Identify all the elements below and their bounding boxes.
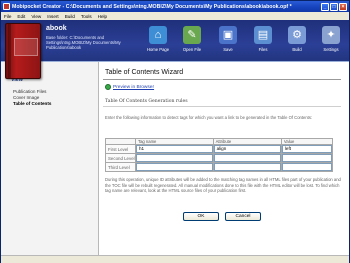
settings-label: Settings [323, 47, 339, 52]
window-title: Mobipocket Creator - C:\Documents and Se… [12, 3, 292, 10]
book-spine [8, 24, 11, 78]
instructions-text: Enter the following information to detec… [105, 115, 313, 120]
third-level-value-input[interactable] [281, 163, 332, 171]
menu-view[interactable]: View [31, 14, 41, 19]
first-level-value-input[interactable]: left [281, 145, 332, 153]
table-row: Third Level [105, 162, 334, 172]
save-button[interactable]: ▣ Save [213, 24, 243, 58]
menu-tools[interactable]: Tools [81, 14, 92, 19]
section-title: Table Of Contents Generation rules [105, 99, 188, 104]
third-level-tag-input[interactable] [136, 163, 213, 171]
home-page-button[interactable]: ⌂ Home Page [143, 24, 173, 58]
minimize-button[interactable]: _ [321, 2, 329, 11]
menu-help[interactable]: Help [98, 14, 107, 19]
menu-insert[interactable]: Insert [47, 14, 59, 19]
save-icon: ▣ [219, 26, 237, 44]
menu-bar: File Edit View Insert Build Tools Help [1, 12, 349, 20]
build-label: Build [292, 47, 302, 52]
open-file-button[interactable]: ✎ Open File [177, 24, 207, 58]
menu-build[interactable]: Build [65, 14, 75, 19]
toc-rules-table: Tag name Attribute Value First Level h1 … [105, 138, 334, 172]
third-level-attribute-input[interactable] [213, 163, 281, 171]
view-sidebar: View Publication Files Cover Image Table… [1, 62, 99, 263]
preview-link-label: Preview in Browser [113, 84, 155, 90]
files-button[interactable]: ▤ Files [248, 24, 278, 58]
toc-wizard-panel: Table of Contents Wizard Preview in Brow… [99, 62, 349, 263]
first-level-label: First Level [105, 144, 136, 154]
page-title: Table of Contents Wizard [105, 69, 184, 76]
settings-icon: ✦ [322, 26, 340, 44]
third-level-label: Third Level [105, 162, 136, 172]
open-file-label: Open File [182, 47, 202, 52]
table-row: First Level h1 align left [105, 144, 334, 154]
second-level-value-cell [280, 153, 334, 163]
first-level-tag-input[interactable]: h1 [136, 145, 213, 153]
menu-file[interactable]: File [4, 14, 11, 19]
files-icon: ▤ [254, 26, 272, 44]
mobipocket-app-icon [3, 3, 10, 10]
table-row: Second Level [105, 153, 334, 163]
home-page-label: Home Page [146, 47, 170, 52]
settings-button[interactable]: ✦ Settings [316, 24, 346, 58]
second-level-attribute-cell [212, 153, 282, 163]
section-divider [103, 106, 341, 107]
second-level-tag-input[interactable] [136, 154, 213, 162]
open-file-icon: ✎ [183, 26, 201, 44]
build-icon: ⚙ [288, 26, 306, 44]
book-cover-image [5, 23, 41, 79]
first-level-value-cell: left [280, 144, 334, 154]
files-label: Files [258, 47, 268, 52]
save-label: Save [223, 47, 233, 52]
second-level-value-input[interactable] [281, 154, 332, 162]
preview-in-browser-link[interactable]: Preview in Browser [105, 84, 154, 90]
sidebar-item-publication-files[interactable]: Publication Files [13, 89, 46, 94]
publication-header: abook Base folder: C:\Documents and Sett… [1, 20, 349, 79]
second-level-tag-cell [135, 153, 214, 163]
cancel-button[interactable]: Cancel [225, 212, 261, 221]
maximize-button[interactable]: □ [330, 2, 338, 11]
first-level-attribute-cell: align [212, 144, 282, 154]
second-level-label: Second Level [105, 153, 136, 163]
app-window: Mobipocket Creator - C:\Documents and Se… [0, 0, 350, 263]
book-label [14, 38, 38, 56]
status-bar [1, 255, 349, 263]
ok-button[interactable]: OK [183, 212, 219, 221]
build-button[interactable]: ⚙ Build [282, 24, 312, 58]
warning-note: During this operation, unique ID attribu… [105, 177, 341, 194]
third-level-attribute-cell [212, 162, 282, 172]
close-button[interactable]: × [339, 2, 347, 11]
sidebar-item-table-of-contents[interactable]: Table of Contents [13, 101, 51, 106]
title-divider [103, 79, 341, 80]
third-level-tag-cell [135, 162, 214, 172]
base-folder-path: Base folder: C:\Documents and Settings\n… [46, 35, 121, 50]
menu-edit[interactable]: Edit [17, 14, 25, 19]
third-level-value-cell [280, 162, 334, 172]
browser-preview-icon [105, 84, 111, 90]
first-level-tag-cell: h1 [135, 144, 214, 154]
home-icon: ⌂ [149, 26, 167, 44]
first-level-attribute-input[interactable]: align [213, 145, 281, 153]
title-bar[interactable]: Mobipocket Creator - C:\Documents and Se… [1, 1, 349, 12]
second-level-attribute-input[interactable] [213, 154, 281, 162]
sidebar-item-cover-image[interactable]: Cover Image [13, 95, 39, 100]
book-title: abook [46, 25, 67, 32]
